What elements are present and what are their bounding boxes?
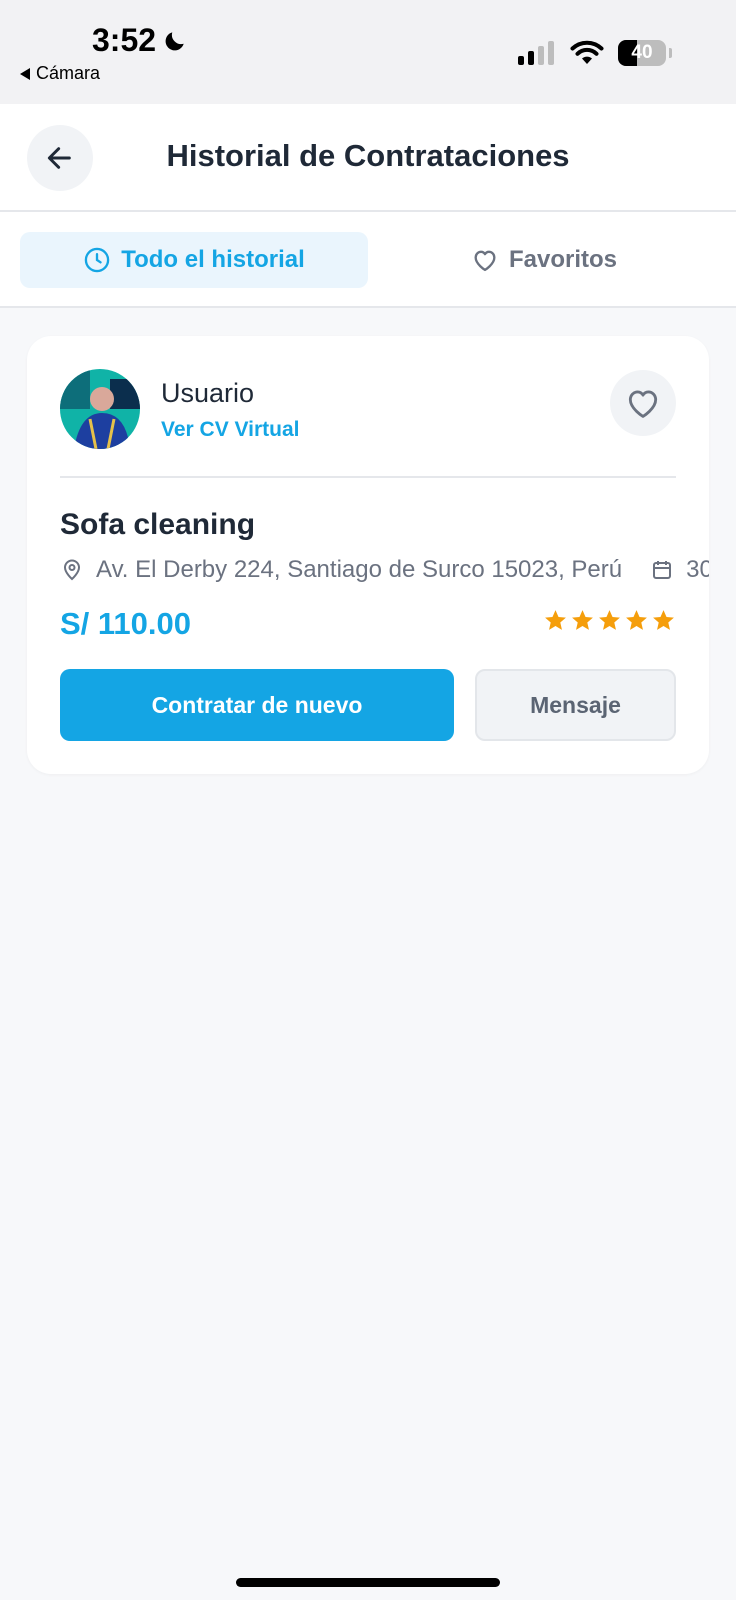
- tab-all-history-label: Todo el historial: [121, 246, 305, 273]
- tab-favorites[interactable]: Favoritos: [370, 232, 718, 288]
- battery-icon: 40: [618, 40, 672, 66]
- home-indicator[interactable]: [236, 1578, 500, 1587]
- back-app-label: Cámara: [36, 63, 101, 83]
- favorite-button[interactable]: [610, 370, 676, 436]
- view-cv-link[interactable]: Ver CV Virtual: [161, 418, 300, 442]
- hire-history-card: Usuario Ver CV Virtual Sofa cleaning Av.…: [27, 336, 709, 774]
- service-meta: Av. El Derby 224, Santiago de Surco 1502…: [60, 556, 709, 584]
- status-indicators: 40: [518, 40, 672, 66]
- signal-icon: [518, 41, 554, 65]
- status-bar: 3:52 Cámara 40: [0, 0, 736, 104]
- star-icon: [626, 610, 647, 630]
- heart-icon: [474, 250, 496, 272]
- heart-icon: [628, 390, 658, 418]
- user-name: Usuario: [161, 378, 255, 408]
- rating-stars: [543, 608, 676, 633]
- star-icon: [599, 610, 620, 630]
- tab-favorites-label: Favoritos: [508, 246, 618, 273]
- status-time: 3:52: [92, 22, 188, 59]
- location-pin-icon: [60, 558, 84, 582]
- back-to-app-link[interactable]: Cámara: [20, 63, 100, 84]
- service-date: 30 d: [686, 556, 709, 583]
- time-text: 3:52: [92, 22, 157, 58]
- service-title: Sofa cleaning: [60, 508, 256, 541]
- wifi-icon: [570, 40, 604, 64]
- page-title: Historial de Contrataciones: [166, 138, 570, 173]
- clock-icon: [84, 247, 110, 273]
- battery-level: 40: [631, 42, 653, 63]
- message-button[interactable]: Mensaje: [475, 669, 676, 741]
- service-address: Av. El Derby 224, Santiago de Surco 1502…: [96, 556, 623, 583]
- star-icon: [653, 610, 674, 630]
- star-icon: [545, 610, 566, 630]
- moon-icon: [165, 31, 184, 50]
- avatar[interactable]: [60, 369, 140, 449]
- history-tabs: Todo el historial Favoritos: [0, 212, 736, 308]
- avatar-image: [60, 369, 140, 449]
- divider: [60, 476, 676, 478]
- back-triangle-icon: [20, 67, 30, 80]
- star-icon: [572, 610, 593, 630]
- tab-all-history[interactable]: Todo el historial: [20, 232, 368, 288]
- hire-again-button[interactable]: Contratar de nuevo: [60, 669, 454, 741]
- calendar-icon: [650, 558, 674, 582]
- app-header: Historial de Contrataciones: [0, 104, 736, 212]
- service-price: S/ 110.00: [60, 606, 192, 641]
